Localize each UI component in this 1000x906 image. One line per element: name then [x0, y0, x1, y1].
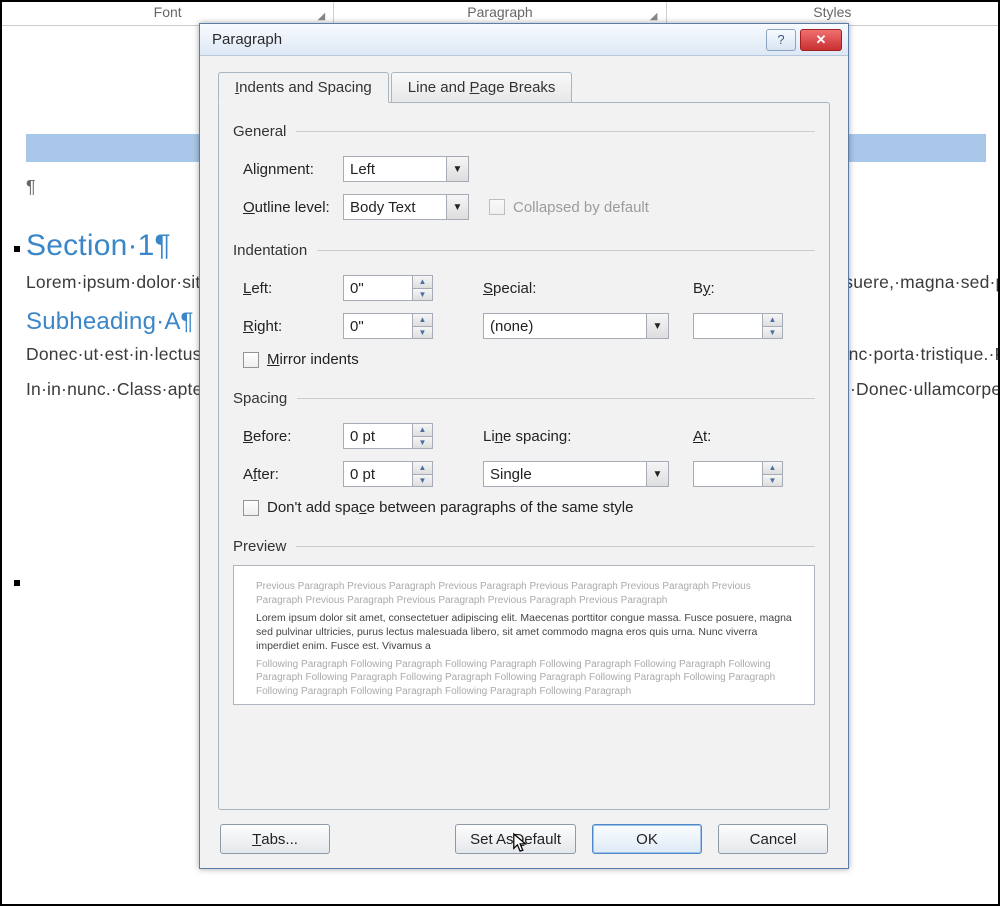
group-indentation-label: Indentation: [233, 242, 815, 259]
indent-right-label: Right:: [233, 318, 343, 335]
spin-up-icon[interactable]: ▲: [762, 462, 782, 474]
ribbon-group-styles: Styles: [667, 2, 998, 25]
alignment-label: Alignment:: [233, 161, 343, 178]
tab-indents-spacing[interactable]: Indents and Spacing: [218, 72, 389, 103]
spin-up-icon[interactable]: ▲: [762, 314, 782, 326]
tab-line-page-breaks[interactable]: Line and Page Breaks: [391, 72, 573, 103]
spin-down-icon[interactable]: ▼: [762, 474, 782, 487]
collapsed-label: Collapsed by default: [513, 199, 649, 216]
before-value: 0 pt: [344, 428, 412, 445]
by-spinner[interactable]: ▲▼: [693, 313, 783, 339]
outline-level-value: Body Text: [344, 199, 446, 216]
spin-up-icon[interactable]: ▲: [412, 424, 432, 436]
same-style-checkbox[interactable]: [243, 500, 259, 516]
dialog-body: Indents and Spacing Line and Page Breaks…: [200, 56, 848, 868]
group-preview-label: Preview: [233, 538, 815, 555]
after-label: After:: [233, 466, 343, 483]
spin-down-icon[interactable]: ▼: [762, 326, 782, 339]
by-label: By:: [693, 280, 773, 297]
before-spinner[interactable]: 0 pt ▲▼: [343, 423, 433, 449]
after-value: 0 pt: [344, 466, 412, 483]
chevron-down-icon: ▼: [446, 195, 468, 219]
ribbon-label-paragraph: Paragraph: [467, 4, 532, 20]
mirror-indents-checkbox[interactable]: [243, 352, 259, 368]
alignment-combo[interactable]: Left ▼: [343, 156, 469, 182]
spin-down-icon[interactable]: ▼: [412, 474, 432, 487]
special-combo[interactable]: (none) ▼: [483, 313, 669, 339]
line-spacing-combo[interactable]: Single ▼: [483, 461, 669, 487]
ribbon-group-paragraph: Paragraph ◢: [334, 2, 666, 25]
preview-box: Previous Paragraph Previous Paragraph Pr…: [233, 565, 815, 705]
outline-level-combo[interactable]: Body Text ▼: [343, 194, 469, 220]
font-dialog-launcher-icon[interactable]: ◢: [315, 11, 327, 23]
group-general-label: General: [233, 123, 815, 140]
spin-up-icon[interactable]: ▲: [412, 462, 432, 474]
tabs-button-label: abs...: [261, 831, 298, 848]
preview-prev-text: Previous Paragraph Previous Paragraph Pr…: [256, 580, 792, 607]
alignment-value: Left: [344, 161, 446, 178]
close-button[interactable]: ✕: [800, 29, 842, 51]
ribbon-group-font: Font ◢: [2, 2, 334, 25]
indent-left-label: Left:: [233, 280, 343, 297]
preview-sample-text: Lorem ipsum dolor sit amet, consectetuer…: [256, 611, 792, 654]
close-icon: ✕: [816, 32, 827, 48]
indent-right-spinner[interactable]: 0" ▲▼: [343, 313, 433, 339]
line-spacing-label: Line spacing:: [483, 428, 603, 445]
ok-button[interactable]: OK: [592, 824, 702, 854]
chevron-down-icon: ▼: [646, 314, 668, 338]
paragraph-dialog-launcher-icon[interactable]: ◢: [648, 11, 660, 23]
indent-left-spinner[interactable]: 0" ▲▼: [343, 275, 433, 301]
dialog-tabs: Indents and Spacing Line and Page Breaks: [218, 72, 830, 103]
set-as-default-button[interactable]: Set As Default: [455, 824, 576, 854]
dialog-title: Paragraph: [212, 31, 762, 48]
mirror-indents-label: Mirror indents: [267, 351, 359, 368]
ribbon-label-font: Font: [154, 4, 182, 20]
help-icon: ?: [777, 32, 784, 47]
dialog-titlebar[interactable]: Paragraph ? ✕: [200, 24, 848, 56]
at-spinner[interactable]: ▲▼: [693, 461, 783, 487]
preview-following-text: Following Paragraph Following Paragraph …: [256, 658, 792, 699]
same-style-label: Don't add space between paragraphs of th…: [267, 499, 633, 516]
outline-level-label: Outline level:: [233, 199, 343, 216]
spin-down-icon[interactable]: ▼: [412, 288, 432, 301]
special-value: (none): [484, 318, 646, 335]
ribbon-label-styles: Styles: [813, 4, 851, 20]
spin-up-icon[interactable]: ▲: [412, 314, 432, 326]
tab-indents-label: ndents and Spacing: [239, 79, 372, 96]
line-spacing-value: Single: [484, 466, 646, 483]
chevron-down-icon: ▼: [646, 462, 668, 486]
before-label: Before:: [233, 428, 343, 445]
paragraph-dialog: Paragraph ? ✕ Indents and Spacing Line a…: [199, 23, 849, 869]
dialog-buttons: Tabs... Set As Default OK Cancel: [218, 810, 830, 854]
indent-left-value: 0": [344, 280, 412, 297]
nav-bullet-icon: [14, 246, 20, 252]
spin-up-icon[interactable]: ▲: [412, 276, 432, 288]
cancel-button[interactable]: Cancel: [718, 824, 828, 854]
spin-down-icon[interactable]: ▼: [412, 436, 432, 449]
spin-down-icon[interactable]: ▼: [412, 326, 432, 339]
tabs-button[interactable]: Tabs...: [220, 824, 330, 854]
nav-bullet-icon: [14, 580, 20, 586]
collapsed-checkbox: [489, 199, 505, 215]
indent-right-value: 0": [344, 318, 412, 335]
special-label: Special:: [483, 280, 603, 297]
group-spacing-label: Spacing: [233, 390, 815, 407]
after-spinner[interactable]: 0 pt ▲▼: [343, 461, 433, 487]
help-button[interactable]: ?: [766, 29, 796, 51]
chevron-down-icon: ▼: [446, 157, 468, 181]
tab-content: General Alignment: Left ▼ Outline level:…: [218, 102, 830, 810]
at-label: At:: [693, 428, 773, 445]
